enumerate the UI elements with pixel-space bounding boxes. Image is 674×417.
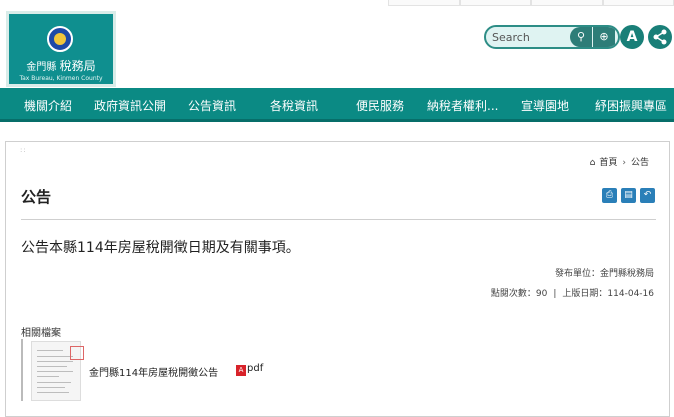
main-nav: 機關介紹 政府資訊公開 公告資訊 各稅資訊 便民服務 納稅者權利... 宣導園地… <box>0 88 674 122</box>
drag-handle-icon: :: <box>20 146 27 154</box>
publisher: 發布單位：金門縣稅務局 <box>554 269 654 279</box>
pdf-download-link[interactable]: Apdf <box>236 363 263 376</box>
breadcrumb: ⌂ 首頁 › 公告 <box>590 155 649 168</box>
page-title: 公告 <box>21 188 52 206</box>
file-name-link[interactable]: 金門縣114年房屋稅開徵公告 <box>89 364 218 379</box>
nav-item-relief[interactable]: 紓困振興專區 <box>595 97 667 114</box>
nav-item-about[interactable]: 機關介紹 <box>24 97 72 114</box>
chart-icon[interactable]: ▤ <box>621 188 636 203</box>
file-thumbnail[interactable] <box>21 339 85 401</box>
home-icon[interactable]: ⌂ <box>590 158 596 168</box>
logo-subtitle: Tax Bureau, Kinmen County <box>19 75 103 82</box>
seal-icon <box>47 26 73 52</box>
pdf-icon: A <box>236 365 246 376</box>
share-icon[interactable] <box>648 25 672 49</box>
nav-item-announcements[interactable]: 公告資訊 <box>188 97 236 114</box>
site-logo[interactable]: 金門縣 稅務局 Tax Bureau, Kinmen County <box>6 11 116 87</box>
meta-info: 點閱次數：90 | 上版日期：114-04-16 <box>490 289 654 299</box>
advanced-search-icon[interactable]: ⊕ <box>593 27 615 47</box>
nav-item-services[interactable]: 便民服務 <box>356 97 404 114</box>
publish-date: 上版日期：114-04-16 <box>562 289 654 299</box>
top-utility-strip <box>388 0 674 6</box>
content-panel: :: ⌂ 首頁 › 公告 公告 ⎙ ▤ ↶ 公告本縣114年房屋稅開徵日期及有關事項。… <box>5 141 670 417</box>
back-icon[interactable]: ↶ <box>640 188 655 203</box>
nav-item-open-gov[interactable]: 政府資訊公開 <box>94 97 166 114</box>
breadcrumb-home[interactable]: 首頁 <box>599 158 617 168</box>
breadcrumb-current: 公告 <box>630 158 649 168</box>
nav-item-tax-info[interactable]: 各稅資訊 <box>270 97 318 114</box>
announcement-headline: 公告本縣114年房屋稅開徵日期及有關事項。 <box>21 240 300 256</box>
nav-underline <box>0 119 674 122</box>
nav-item-taxpayer-rights[interactable]: 納稅者權利... <box>427 97 498 114</box>
print-icon[interactable]: ⎙ <box>602 188 617 203</box>
divider <box>21 219 656 220</box>
search-box: ⚲ ⊕ <box>484 25 620 49</box>
search-icon[interactable]: ⚲ <box>570 27 592 47</box>
font-size-icon[interactable]: A <box>620 25 644 49</box>
nav-item-promotion[interactable]: 宣導園地 <box>521 97 569 114</box>
stamp-icon <box>70 346 84 360</box>
file-type-label: pdf <box>247 363 264 374</box>
search-input[interactable] <box>492 29 570 45</box>
logo-title: 金門縣 稅務局 <box>26 59 96 73</box>
related-files-label: 相關檔案 <box>21 328 61 339</box>
page-tools: ⎙ ▤ ↶ <box>602 188 655 203</box>
view-count: 點閱次數：90 <box>490 289 548 299</box>
chevron-right-icon: › <box>622 158 626 168</box>
